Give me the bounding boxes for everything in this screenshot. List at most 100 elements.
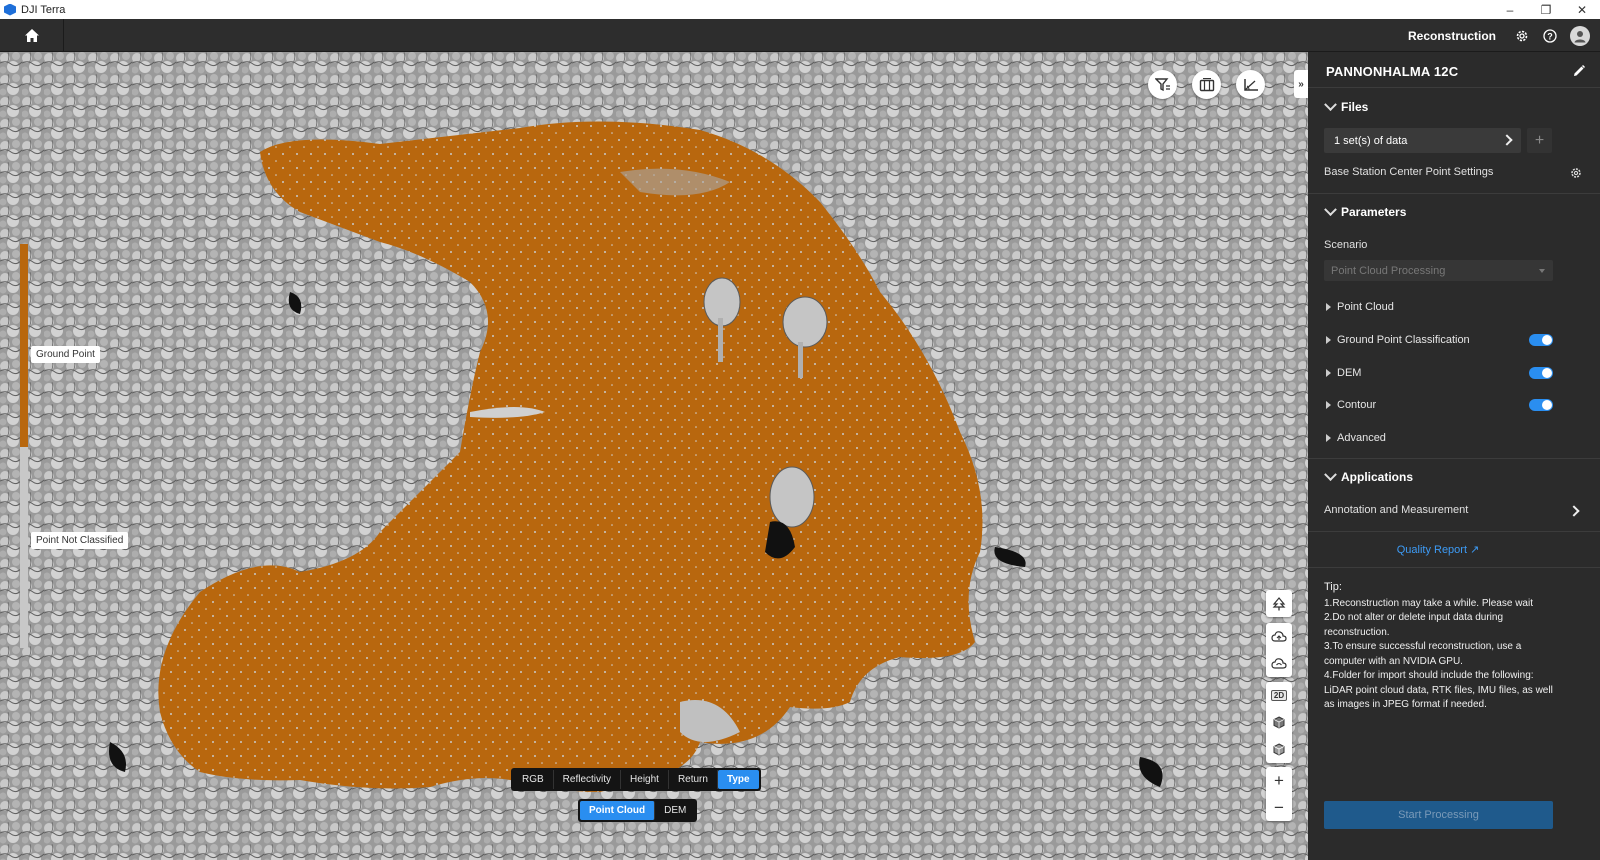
view-tool-group-top [1266,590,1292,617]
mode-return-button[interactable]: Return [669,770,718,789]
close-button[interactable]: ✕ [1564,0,1600,19]
view-3d-front-button[interactable] [1266,709,1292,736]
mode-dem-button[interactable]: DEM [655,801,695,820]
settings-button[interactable] [1514,28,1530,44]
zoom-in-button[interactable]: + [1266,767,1292,794]
param-label: Point Cloud [1337,301,1394,313]
expand-arrow-icon [1326,434,1331,442]
expand-arrow-icon [1326,336,1331,344]
param-contour-row[interactable]: Contour [1326,399,1376,411]
scenario-select[interactable]: Point Cloud Processing [1324,260,1553,281]
tips-block: Tip: 1.Reconstruction may take a while. … [1324,580,1560,713]
expand-arrow-icon [1326,303,1331,311]
filter-tool-button[interactable] [1148,70,1177,99]
param-label: Advanced [1337,432,1386,444]
view-3d-iso-button[interactable] [1266,736,1292,763]
divider [1308,567,1600,568]
project-name: PANNONHALMA 12C [1326,64,1459,79]
help-button[interactable]: ? [1542,28,1558,44]
measure-tool-button[interactable] [1236,70,1265,99]
zoom-out-button[interactable]: − [1266,794,1292,821]
applications-heading: Applications [1341,470,1414,484]
tip-line: 2.Do not alter or delete input data duri… [1324,612,1504,638]
svg-text:?: ? [1547,31,1553,41]
mode-reflectivity-button[interactable]: Reflectivity [554,770,622,789]
edit-icon[interactable] [1572,64,1586,78]
mode-type-button[interactable]: Type [717,770,759,789]
restore-button[interactable]: ❐ [1528,0,1564,19]
files-section-header[interactable]: Files [1324,97,1368,114]
dropdown-caret-icon [1539,269,1545,273]
mode-height-button[interactable]: Height [621,770,669,789]
param-label: Contour [1337,399,1377,411]
dem-toggle[interactable] [1529,367,1553,379]
expand-arrow-icon [1326,369,1331,377]
window-title: DJI Terra [21,3,66,16]
mode-rgb-button[interactable]: RGB [513,770,554,789]
expand-arrow-icon [1326,401,1331,409]
reconstruction-panel: PANNONHALMA 12C Files 1 set(s) of data +… [1308,52,1600,860]
map-icon [1199,77,1214,91]
tip-line: 3.To ensure successful reconstruction, u… [1324,641,1522,667]
map-view-button[interactable] [1192,70,1221,99]
annotation-measurement-label[interactable]: Annotation and Measurement [1324,504,1468,516]
param-advanced-row[interactable]: Advanced [1326,432,1386,444]
start-processing-button[interactable]: Start Processing [1324,801,1553,829]
window-titlebar: DJI Terra – ❐ ✕ [0,0,1600,19]
chevron-down-icon [1324,202,1337,216]
collapse-panel-button[interactable]: » [1294,70,1308,98]
home-button[interactable] [0,19,64,52]
module-title: Reconstruction [1407,28,1496,43]
quality-report-link[interactable]: Quality Report ↗ [1308,543,1568,556]
divider [1308,531,1600,532]
divider [1308,458,1600,459]
data-sets-label: 1 set(s) of data [1334,134,1408,147]
point-cloud-viewport[interactable]: » Ground Point Point Not Classified 2D +… [0,52,1308,860]
color-mode-bar: RGB Reflectivity Height Return Type [511,768,761,791]
divider [1308,193,1600,194]
param-dem-row[interactable]: DEM [1326,367,1361,379]
legend-ground-swatch [20,244,28,447]
cube-icon [1273,716,1285,729]
chevron-right-icon [1501,134,1513,146]
data-sets-row[interactable]: 1 set(s) of data [1324,128,1521,153]
cloud-upload-button[interactable] [1266,623,1292,650]
parameters-section-header[interactable]: Parameters [1324,202,1407,219]
gear-icon [1516,30,1528,41]
contour-toggle[interactable] [1529,399,1553,411]
scenario-value: Point Cloud Processing [1331,264,1446,277]
divider [1308,87,1600,88]
mode-point-cloud-button[interactable]: Point Cloud [580,801,656,820]
view-2d-button[interactable]: 2D [1266,682,1292,709]
tips-heading: Tip: [1324,581,1342,593]
tip-line: 4.Folder for import should include the f… [1324,670,1553,710]
user-avatar[interactable] [1570,25,1590,46]
ground-classification-toggle[interactable] [1529,334,1553,346]
data-mode-bar: Point Cloud DEM [578,799,698,822]
param-label: Ground Point Classification [1337,334,1470,346]
tree-view-button[interactable] [1266,590,1292,617]
zoom-group: + − [1266,767,1292,821]
filter-icon [1154,77,1170,91]
chevron-right-icon[interactable] [1568,505,1580,517]
chevron-down-icon [1324,467,1337,481]
parameters-heading: Parameters [1341,205,1407,219]
minimize-button[interactable]: – [1492,0,1528,19]
cloud-upload-icon [1271,631,1287,642]
external-link-icon: ↗ [1470,544,1480,556]
classification-legend-bar [20,244,28,648]
legend-ground-label: Ground Point [31,346,100,363]
param-point-cloud-row[interactable]: Point Cloud [1326,301,1394,313]
quality-report-label: Quality Report [1396,544,1468,556]
view-mode-group: 2D [1266,682,1292,763]
cloud-sync-button[interactable] [1266,650,1292,677]
window-controls: – ❐ ✕ [1492,0,1600,19]
add-data-button[interactable]: + [1527,128,1552,153]
home-icon [24,29,39,42]
param-ground-classification-row[interactable]: Ground Point Classification [1326,334,1470,346]
base-station-gear-icon[interactable] [1570,167,1582,179]
cloud-sync-icon [1271,658,1287,669]
applications-section-header[interactable]: Applications [1324,467,1414,484]
legend-unclassified-label: Point Not Classified [31,532,129,549]
tip-line: 1.Reconstruction may take a while. Pleas… [1324,597,1533,609]
